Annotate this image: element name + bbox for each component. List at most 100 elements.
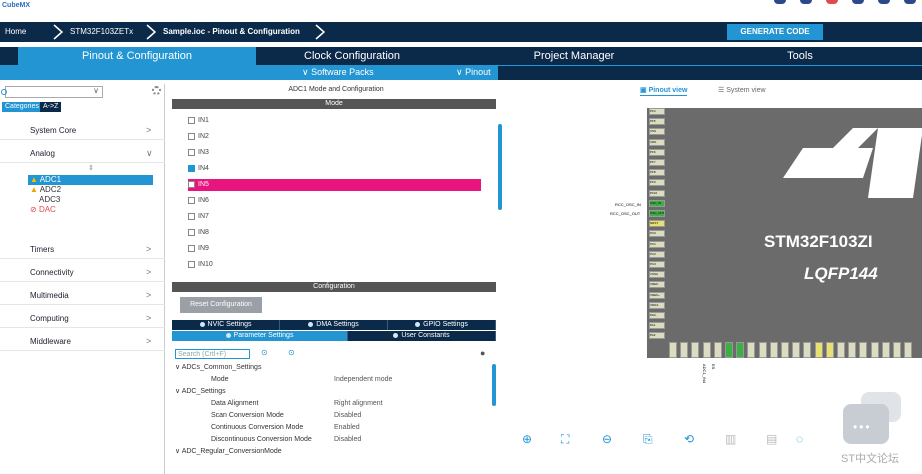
param-mode-value[interactable]: Independent mode [334, 375, 392, 385]
pin-pa0-[interactable]: PA0- [649, 312, 665, 319]
pin-vss[interactable]: VSS [649, 128, 665, 136]
checkbox-in10[interactable]: IN10 [188, 259, 213, 271]
peripheral-dac[interactable]: ⊘ DAC [30, 205, 56, 215]
checkbox-icon[interactable] [188, 196, 195, 204]
pin-nrst[interactable]: NRST [649, 220, 665, 228]
pin-pa3[interactable] [669, 342, 677, 358]
category-connectivity[interactable]: Connectivity > [0, 262, 165, 282]
peripheral-adc3[interactable]: ADC3 [39, 195, 60, 205]
pin-pf15[interactable] [870, 342, 879, 358]
pin-pg0[interactable] [881, 342, 890, 358]
search-next-icon[interactable]: ⊙ [288, 348, 295, 357]
breadcrumb-device[interactable]: STM32F103ZETx [70, 22, 133, 42]
checkbox-icon[interactable] [188, 132, 195, 140]
category-analog[interactable]: Analog ∨ [0, 143, 165, 163]
tab-gpio-settings[interactable]: GPIO Settings [388, 320, 496, 330]
tab-dma-settings[interactable]: DMA Settings [280, 320, 388, 330]
tab-pinout-view[interactable]: ▣ Pinout view [640, 86, 688, 96]
tab-nvic-settings[interactable]: NVIC Settings [172, 320, 280, 330]
pin-pa4[interactable] [702, 342, 711, 358]
param-scan-mode-value[interactable]: Disabled [334, 411, 361, 421]
checkbox-in5[interactable]: IN5 [188, 179, 481, 191]
tab-pinout-configuration[interactable]: Pinout & Configuration [18, 47, 256, 65]
tab-clock-configuration[interactable]: Clock Configuration [256, 47, 448, 65]
parameter-search-input[interactable]: Search (Crtl+F) [175, 349, 250, 359]
info-icon[interactable]: ● [480, 348, 485, 358]
pin-vssa[interactable]: VSSA [649, 271, 665, 279]
category-search-input[interactable]: ∨ [1, 86, 103, 98]
checkbox-in9[interactable]: IN9 [188, 243, 209, 255]
breadcrumb-home[interactable]: Home [5, 22, 26, 42]
help-icon[interactable] [774, 0, 786, 4]
pin-pf14[interactable] [859, 342, 868, 358]
param-group[interactable]: ∨ ADCs_Common_Settings [175, 363, 261, 373]
checkbox-in4[interactable]: IN4 [188, 163, 209, 175]
pin-pc0[interactable]: PC0 [649, 230, 665, 238]
reset-configuration-button[interactable]: Reset Configuration [180, 297, 262, 313]
param-scrollbar[interactable] [492, 364, 496, 406]
checkbox-in7[interactable]: IN7 [188, 211, 209, 223]
generate-code-button[interactable]: GENERATE CODE [727, 24, 823, 40]
checkbox-icon[interactable] [188, 148, 195, 156]
tab-project-manager[interactable]: Project Manager [476, 47, 672, 65]
checkbox-icon[interactable] [188, 244, 195, 252]
software-packs-menu[interactable]: ∨ Software Packs [302, 65, 374, 79]
network-icon[interactable] [852, 0, 864, 4]
pin-vdd[interactable] [691, 342, 700, 358]
export-icon[interactable]: ⎘ [643, 433, 655, 445]
pin-vdda[interactable]: VDDA [649, 301, 665, 309]
pin-pf12[interactable] [814, 342, 823, 358]
peripheral-adc1[interactable]: ▲ ADC1 [28, 175, 153, 185]
pin-pa5[interactable] [713, 342, 722, 358]
pin-pa6[interactable] [725, 342, 733, 358]
pinout-menu[interactable]: ∨ Pinout [456, 65, 491, 79]
peripheral-adc2[interactable]: ▲ ADC2 [30, 185, 61, 195]
sort-icon[interactable]: ⇕ [88, 164, 94, 172]
pin-pc5[interactable] [758, 342, 767, 358]
categories-button[interactable]: Categories [2, 102, 42, 112]
pin-pc4[interactable] [747, 342, 756, 358]
category-timers[interactable]: Timers > [0, 239, 165, 259]
pin-pf4[interactable]: PF4 [649, 108, 665, 115]
facebook-icon[interactable] [800, 0, 812, 4]
checkbox-in2[interactable]: IN2 [188, 131, 209, 143]
param-discontinuous-mode-value[interactable]: Disabled [334, 435, 361, 445]
checkbox-icon[interactable] [188, 180, 195, 188]
fit-screen-icon[interactable]: ⛶ [561, 433, 573, 445]
pin-vdd[interactable] [837, 342, 845, 358]
checkbox-icon[interactable] [188, 212, 195, 220]
pin-vss[interactable] [825, 342, 834, 358]
st-icon[interactable] [904, 0, 916, 4]
checkbox-icon[interactable] [188, 116, 195, 124]
pin-pe7[interactable] [904, 342, 913, 358]
gear-icon[interactable] [152, 86, 161, 95]
pin-pa2[interactable]: PA2 [649, 332, 665, 340]
checkbox-in8[interactable]: IN8 [188, 227, 209, 239]
checkbox-in1[interactable]: IN1 [188, 115, 209, 127]
pin-vref+[interactable]: VREF+ [649, 291, 665, 299]
checkbox-icon[interactable] [188, 260, 195, 268]
youtube-icon[interactable] [826, 0, 838, 4]
chevron-down-icon[interactable]: ∨ [93, 86, 99, 95]
pin-pc2[interactable]: PC2 [649, 250, 665, 258]
param-group[interactable]: ∨ ADC_Settings [175, 387, 226, 397]
mode-scrollbar[interactable] [498, 124, 502, 210]
pin-vss[interactable] [680, 342, 689, 358]
tab-tools[interactable]: Tools [700, 47, 900, 65]
pin-osc_in[interactable]: OSC_IN [649, 199, 665, 207]
checkbox-in3[interactable]: IN3 [188, 147, 209, 159]
twitter-icon[interactable] [878, 0, 890, 4]
rotate-icon[interactable]: ⟲ [684, 433, 696, 445]
pin-pf10[interactable]: PF10 [649, 189, 665, 197]
pin-pa7[interactable] [736, 342, 745, 358]
pin-pc3[interactable]: PC3 [649, 261, 665, 268]
checkbox-icon[interactable] [188, 228, 195, 236]
zoom-out-icon[interactable]: ⊖ [602, 433, 614, 445]
checkbox-in6[interactable]: IN6 [188, 195, 209, 207]
category-middleware[interactable]: Middleware > [0, 331, 165, 351]
pin-osc_out[interactable]: OSC_OUT [649, 210, 665, 217]
pin-vdd[interactable]: VDD [649, 138, 665, 146]
pin-pf5[interactable]: PF5 [649, 118, 665, 126]
category-system-core[interactable]: System Core > [0, 120, 165, 140]
az-button[interactable]: A->Z [40, 102, 62, 112]
